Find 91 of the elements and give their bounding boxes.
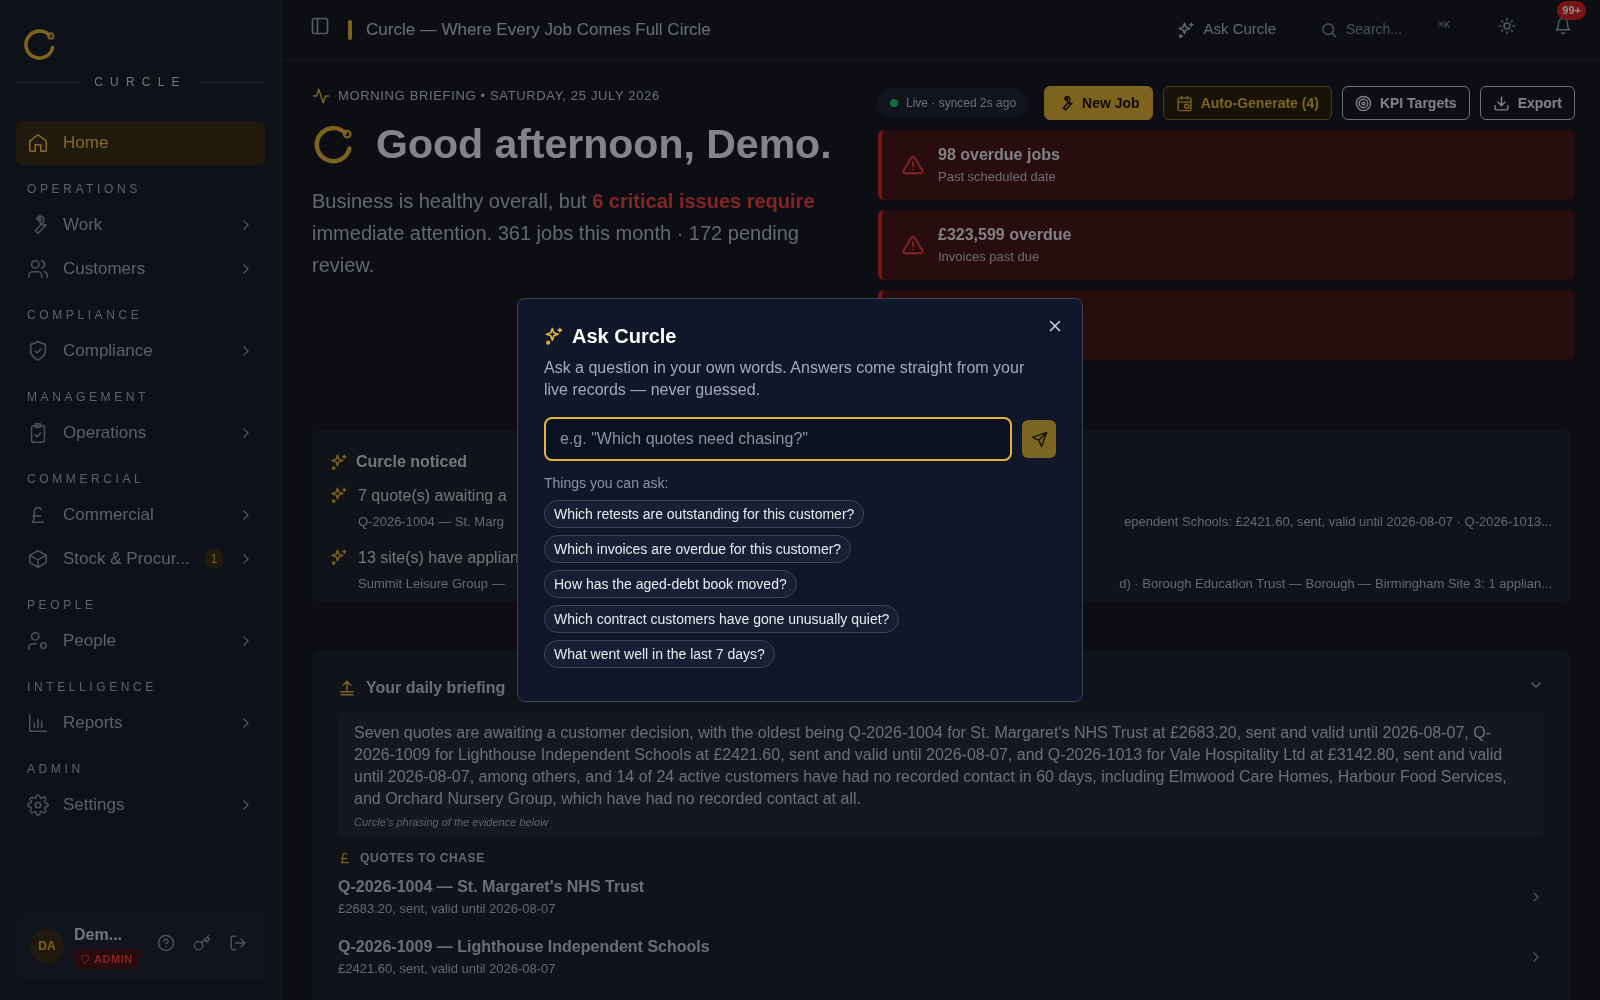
insight-title: 7 quote(s) awaiting a — [358, 486, 507, 506]
quote-row[interactable]: Q-2026-1004 — St. Margaret's NHS Trust £2683.20, sent, valid until 2026-08-07 — [338, 866, 1544, 927]
sparkle-icon — [330, 453, 348, 471]
nav-item[interactable]: People — [16, 619, 265, 663]
sparkle-icon — [330, 547, 348, 566]
nav-item[interactable]: Commercial — [16, 493, 265, 537]
insight-detail: Summit Leisure Group — — [358, 574, 505, 593]
briefing-date: MORNING BRIEFING • SATURDAY, 25 JULY 2026 — [338, 87, 660, 105]
question-input[interactable]: e.g. "Which quotes need chasing?" — [544, 417, 1012, 461]
section-heading: OPERATIONS — [27, 181, 141, 198]
home-icon — [27, 132, 49, 154]
section-heading: COMPLIANCE — [27, 307, 143, 324]
suggestions-label: Things you can ask: — [544, 474, 670, 493]
search-icon — [1320, 20, 1338, 39]
suggestion-chip[interactable]: Which invoices are overdue for this customer? — [544, 535, 852, 563]
alert-subtitle: Invoices past due — [938, 248, 1041, 267]
summary-text: Business is healthy overall, but 6 critical issues require immediate attention. 361 jobs this month · 172 pending review. — [312, 189, 816, 278]
sparkle-icon — [544, 326, 564, 346]
sun-icon — [1498, 17, 1516, 35]
nav-icon — [27, 712, 49, 734]
user-name: Dem... — [74, 924, 123, 945]
nav-item[interactable]: Compliance — [16, 329, 265, 373]
insight-title: 13 site(s) have applian — [358, 547, 519, 568]
insight-detail: Q-2026-1004 — St. Marg — [358, 513, 504, 531]
calendar-icon — [1175, 94, 1193, 112]
nav-icon — [27, 794, 49, 816]
warning-icon — [902, 154, 924, 176]
section-heading: PEOPLE — [27, 597, 97, 614]
help-icon — [157, 933, 175, 952]
section-heading: MANAGEMENT — [27, 389, 149, 406]
send-icon — [1030, 430, 1048, 448]
nav-item[interactable]: Stock & Procur... 1 — [16, 537, 265, 581]
dialog-description: Ask a question in your own words. Answers come straight from your live records — never guessed. — [544, 358, 1026, 400]
sparkle-icon — [1177, 20, 1196, 39]
action-button[interactable]: New Job — [1044, 86, 1153, 120]
sidebar-icon — [310, 16, 330, 36]
section-heading: INTELLIGENCE — [27, 679, 157, 696]
nav-icon — [27, 548, 49, 570]
warning-icon — [902, 234, 924, 256]
nav-item[interactable]: Work — [16, 203, 265, 247]
section-heading: ADMIN — [27, 761, 84, 778]
suggestion-chip[interactable]: Which contract customers have gone unusually quiet? — [544, 605, 900, 633]
activity-icon — [312, 86, 330, 105]
nav-item[interactable]: Reports — [16, 701, 265, 745]
shield-icon — [80, 954, 90, 964]
download-icon — [1492, 94, 1510, 112]
sparkle-icon — [330, 486, 348, 504]
panel-title: Your daily briefing — [366, 678, 507, 698]
count-badge: 1 — [204, 549, 224, 569]
notification-badge: 99+ — [1557, 1, 1586, 20]
nav-icon — [27, 630, 49, 652]
briefing-text: Seven quotes are awaiting a customer decision, with the oldest being Q-2026-1004 for St. Margaret's NHS Trust at £2683.20, sent and valid until 2026-08-07, Q-2026-1009 for Lighthouse Independent Schools at £2421.60, sent and valid until 2026-08-07, and Q-2026-1013 for Vale Hospitality Ltd at £3142.80, sent and valid until 2026-08-07, among others, and 14 of 24 active customers have had no recorded contact in 60 days, including Elmwood Care Homes, Harbour Food Services, and Orchard Nursery Group, which have had no recorded contact at all. — [354, 723, 1508, 809]
insight-detail: d) · Borough Education Trust — Borough — Birmingham Site 3: 1 applian... — [1119, 574, 1552, 593]
target-icon — [1354, 94, 1372, 112]
suggestion-chip[interactable]: What went well in the last 7 days? — [544, 640, 775, 668]
send-button[interactable] — [1022, 420, 1056, 458]
nav-item[interactable]: Settings — [16, 783, 265, 827]
quote-row[interactable]: Q-2026-1009 — Lighthouse Independent Schools £2421.60, sent, valid until 2026-08-07 — [338, 926, 1544, 987]
pound-icon — [338, 850, 352, 865]
alert-title: 98 overdue jobs — [938, 145, 1060, 166]
nav-item[interactable]: Customers — [16, 247, 265, 291]
alert-subtitle: Past scheduled date — [938, 168, 1057, 187]
panel-title: Curcle noticed — [356, 452, 468, 472]
role-badge: ADMIN — [74, 948, 139, 970]
user-avatar: DA — [30, 929, 64, 963]
brand-name: CURCLE — [94, 74, 187, 91]
alert-title: £323,599 overdue — [938, 225, 1072, 246]
nav-icon — [27, 258, 49, 280]
status-text: Live · synced 2s ago — [906, 95, 1017, 112]
suggestion-chip[interactable]: Which retests are outstanding for this customer? — [544, 500, 865, 528]
key-icon — [193, 933, 211, 952]
ask-button[interactable]: Ask Curcle — [1167, 18, 1286, 41]
logout-icon — [229, 933, 247, 952]
nav-item[interactable]: Operations — [16, 411, 265, 455]
section-label: QUOTES TO CHASE — [360, 849, 485, 867]
search-button[interactable]: Search... ⌘K — [1310, 11, 1460, 48]
bell-icon — [1554, 17, 1572, 35]
suggestion-chip[interactable]: How has the aged-debt book moved? — [544, 570, 797, 598]
nav-item[interactable]: Home — [16, 121, 265, 165]
greeting: Good afternoon, Demo. — [376, 119, 832, 169]
nav-icon — [27, 340, 49, 362]
status-dot-icon — [890, 99, 898, 107]
upload-icon — [338, 679, 356, 697]
section-heading: COMMERCIAL — [27, 471, 145, 488]
footnote: Curcle's phrasing of the evidence below — [354, 815, 550, 830]
action-button[interactable]: Auto-Generate (4) — [1162, 86, 1332, 120]
action-button[interactable]: Export — [1479, 86, 1575, 120]
page-title: Curcle — Where Every Job Comes Full Circle — [366, 18, 712, 41]
action-button[interactable]: KPI Targets — [1341, 86, 1470, 120]
insight-detail: ependent Schools: £2421.60, sent, valid until 2026-08-07 · Q-2026-1013... — [1124, 513, 1552, 531]
dialog-title: Ask Curcle — [572, 324, 677, 349]
